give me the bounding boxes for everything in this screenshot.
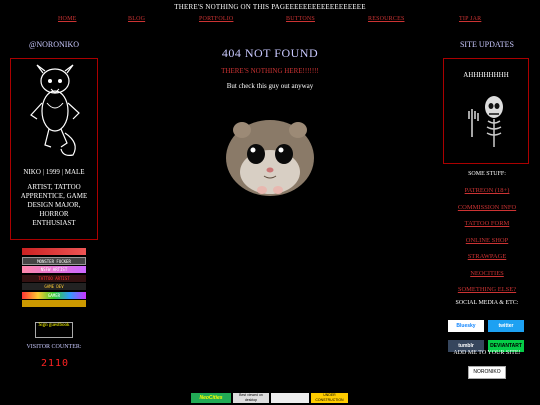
social-buttons: Bluesky twitter tumblr DEVIANTART (448, 314, 524, 354)
nav-resources[interactable]: RESOURCES (368, 16, 404, 22)
right-sidebar: SITE UPDATES AHHHHHHHH SOME STUFF: PATRE… (442, 40, 532, 379)
username: @NORONIKO (28, 40, 80, 49)
profile-line-3: APPRENTICE, GAME (20, 192, 88, 200)
nav-blog[interactable]: BLOG (128, 16, 145, 22)
hamster-image (226, 120, 314, 196)
nav-buttons[interactable]: BUTTONS (286, 16, 315, 22)
skeleton-waving-image (468, 96, 503, 147)
top-banner: THERE'S NOTHING ON THIS PAGEEEEEEEEEEEEE… (174, 3, 366, 11)
subtitle: THERE'S NOTHING HERE!!!!!!! (221, 67, 319, 75)
profile-line-5: HORROR (39, 210, 69, 218)
main-content: 404 NOT FOUND THERE'S NOTHING HERE!!!!!!… (160, 46, 380, 196)
visitor-counter-label: VISITOR COUNTER: (26, 344, 82, 350)
best-viewed-button[interactable]: Best viewed on desktop (233, 393, 269, 403)
profile-line-2: ARTIST, TATTOO (27, 183, 81, 191)
link-patreon[interactable]: PATREON (18+) (442, 183, 532, 200)
badge (22, 248, 86, 255)
link-tattoo-form[interactable]: TATTOO FORM (442, 216, 532, 233)
site-updates-title: SITE UPDATES (459, 40, 514, 49)
possum-illustration (30, 64, 80, 156)
footer-buttons: NeoCities Best viewed on desktop UNDER C… (191, 393, 351, 403)
link-list: PATREON (18+) COMMISSION INFO TATTOO FOR… (442, 183, 532, 299)
add-me-label: ADD ME TO YOUR SITE! (453, 350, 521, 356)
twitter-button[interactable]: twitter (488, 320, 524, 332)
badge: NSFW ARTIST (22, 266, 86, 273)
guestbook-button[interactable]: Sign guestbook (35, 322, 73, 338)
nav-home[interactable]: HOME (58, 16, 76, 22)
main-nav: HOME BLOG PORTFOLIO BUTTONS RESOURCES TI… (0, 14, 540, 28)
updates-text: AHHHHHHHH (463, 71, 509, 79)
link-something-else[interactable]: SOMETHING ELSE? (442, 282, 532, 299)
caption: But check this guy out anyway (226, 82, 314, 90)
badge: GAMER (22, 291, 86, 299)
nav-portfolio[interactable]: PORTFOLIO (199, 16, 233, 22)
visitor-counter: 2110 (40, 358, 70, 369)
nav-tip-jar[interactable]: TIP JAR (459, 16, 481, 22)
link-online-shop[interactable]: ONLINE SHOP (442, 233, 532, 250)
profile-line-6: ENTHUSIAST (32, 219, 76, 227)
some-stuff-label: SOME STUFF: (468, 171, 506, 177)
page-title: 404 NOT FOUND (221, 46, 319, 60)
neocities-button[interactable]: NeoCities (191, 393, 231, 403)
left-sidebar: @NORONIKO NIKO | 1999 | MALE ARTIST, TAT… (10, 40, 98, 369)
badge: TATTOO ARTIST (22, 274, 86, 282)
badge-stack: MONSTER FUCKER NSFW ARTIST TATTOO ARTIST… (22, 248, 86, 309)
profile-box: NIKO | 1999 | MALE ARTIST, TATTOO APPREN… (10, 58, 98, 240)
badge (22, 300, 86, 307)
link-strawpage[interactable]: STRAWPAGE (442, 249, 532, 266)
site-button-badge[interactable]: NORONIKO (468, 366, 506, 379)
badge: GAME DEV (22, 283, 86, 290)
bluesky-button[interactable]: Bluesky (448, 320, 484, 332)
badge: MONSTER FUCKER (22, 256, 86, 265)
link-neocities[interactable]: NEOCITIES (442, 266, 532, 283)
updates-box: AHHHHHHHH (443, 58, 529, 164)
footer-badge[interactable] (271, 393, 309, 403)
under-construction-button[interactable]: UNDER CONSTRUCTION (311, 393, 348, 403)
link-commission-info[interactable]: COMMISSION INFO (442, 200, 532, 217)
profile-line-1: NIKO | 1999 | MALE (23, 168, 85, 176)
profile-line-4: DESIGN MAJOR, (27, 201, 81, 209)
social-media-label: SOCIAL MEDIA & ETC: (455, 300, 519, 306)
